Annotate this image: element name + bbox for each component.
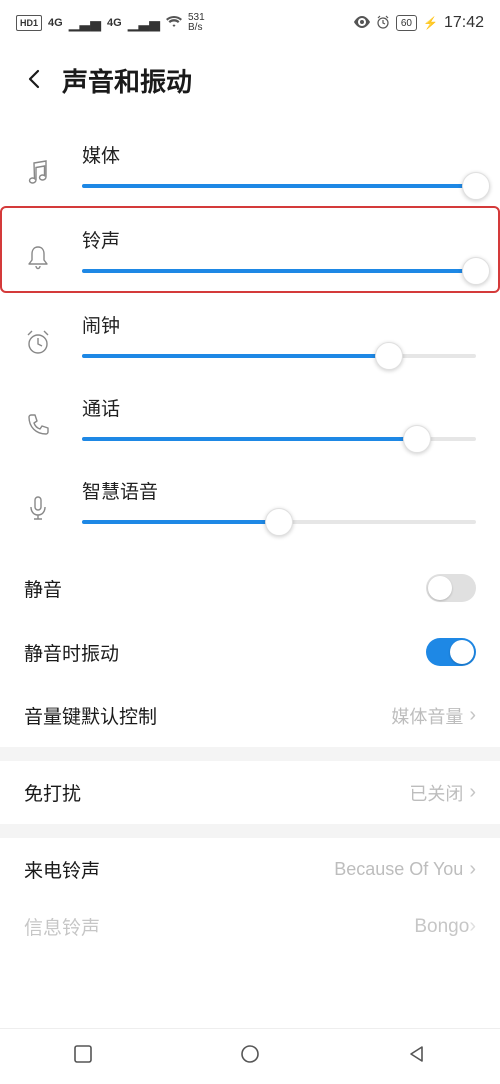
- nav-recent-icon[interactable]: [74, 1045, 92, 1068]
- list-label: 静音时振动: [24, 639, 119, 666]
- alarm-icon: [24, 328, 64, 358]
- mic-icon: [24, 494, 64, 524]
- volume-key-default[interactable]: 音量键默认控制 媒体音量 ›: [0, 684, 500, 747]
- incoming-ringtone[interactable]: 来电铃声 Because Of You ›: [0, 838, 500, 901]
- slider-label: 智慧语音: [82, 477, 476, 504]
- signal-bars-icon: ▁▃▅: [69, 15, 101, 32]
- eye-icon: [354, 15, 370, 31]
- list-value: Because Of You: [334, 859, 463, 880]
- signal-2: 4G: [107, 17, 122, 29]
- slider-media: 媒体: [24, 123, 476, 206]
- slider-track-ringtone[interactable]: [82, 269, 476, 273]
- slider-voice: 智慧语音: [24, 459, 476, 542]
- toggle-switch[interactable]: [426, 638, 476, 666]
- battery-indicator: 60: [396, 15, 417, 31]
- list-label: 免打扰: [24, 779, 81, 806]
- slider-label: 铃声: [82, 226, 476, 253]
- nav-bar: [0, 1028, 500, 1084]
- slider-label: 闹钟: [82, 311, 476, 338]
- slider-alarm: 闹钟: [24, 293, 476, 376]
- chevron-right-icon: ›: [469, 781, 476, 804]
- status-bar: HD1 4G ▁▃▅ 4G ▁▃▅ 531B/s 60 ⚡ 17:42: [0, 0, 500, 46]
- toggle-switch[interactable]: [426, 574, 476, 602]
- do-not-disturb[interactable]: 免打扰 已关闭 ›: [0, 761, 500, 824]
- sliders-section: 媒体 铃声 闹钟: [0, 123, 500, 542]
- list-value: 已关闭: [409, 780, 463, 806]
- settings-list: 静音 静音时振动 音量键默认控制 媒体音量 › 免打扰 已关闭 › 来电铃声 B…: [0, 556, 500, 940]
- fade-overlay: [0, 984, 500, 1028]
- slider-track-call[interactable]: [82, 437, 476, 441]
- slider-ringtone: 铃声: [0, 206, 500, 293]
- phone-icon: [24, 411, 64, 441]
- chevron-right-icon: ›: [469, 704, 476, 727]
- list-value: 媒体音量: [391, 703, 463, 729]
- section-divider: [0, 747, 500, 761]
- toggle-mute[interactable]: 静音: [0, 556, 500, 620]
- status-right: 60 ⚡ 17:42: [354, 14, 484, 32]
- list-value: Bongo: [414, 916, 469, 938]
- slider-label: 媒体: [82, 141, 476, 168]
- clock: 17:42: [444, 14, 484, 32]
- list-label: 来电铃声: [24, 856, 100, 883]
- slider-label: 通话: [82, 394, 476, 421]
- sms-ringtone-partial[interactable]: 信息铃声 Bongo ›: [0, 901, 500, 940]
- slider-track-alarm[interactable]: [82, 354, 476, 358]
- nav-back-icon[interactable]: [408, 1045, 426, 1068]
- music-icon: [24, 158, 64, 188]
- list-label: 音量键默认控制: [24, 702, 157, 729]
- alarm-status-icon: [376, 15, 390, 32]
- header: 声音和振动: [0, 46, 500, 123]
- slider-track-media[interactable]: [82, 184, 476, 188]
- list-label: 静音: [24, 575, 62, 602]
- page-title: 声音和振动: [62, 62, 192, 99]
- signal-bars-icon: ▁▃▅: [128, 15, 160, 32]
- section-divider: [0, 824, 500, 838]
- hd-badge: HD1: [16, 15, 42, 31]
- charging-icon: ⚡: [423, 16, 438, 30]
- back-arrow-icon[interactable]: [24, 68, 46, 94]
- bell-icon: [24, 243, 64, 273]
- toggle-vibrate-on-mute[interactable]: 静音时振动: [0, 620, 500, 684]
- slider-track-voice[interactable]: [82, 520, 476, 524]
- nav-home-icon[interactable]: [240, 1044, 260, 1069]
- net-speed: 531B/s: [188, 13, 205, 33]
- chevron-right-icon: ›: [469, 858, 476, 881]
- wifi-icon: [166, 15, 182, 31]
- list-label: 信息铃声: [24, 913, 100, 940]
- status-left: HD1 4G ▁▃▅ 4G ▁▃▅ 531B/s: [16, 13, 205, 33]
- signal-1: 4G: [48, 17, 63, 29]
- slider-call: 通话: [24, 376, 476, 459]
- chevron-right-icon: ›: [469, 915, 476, 938]
